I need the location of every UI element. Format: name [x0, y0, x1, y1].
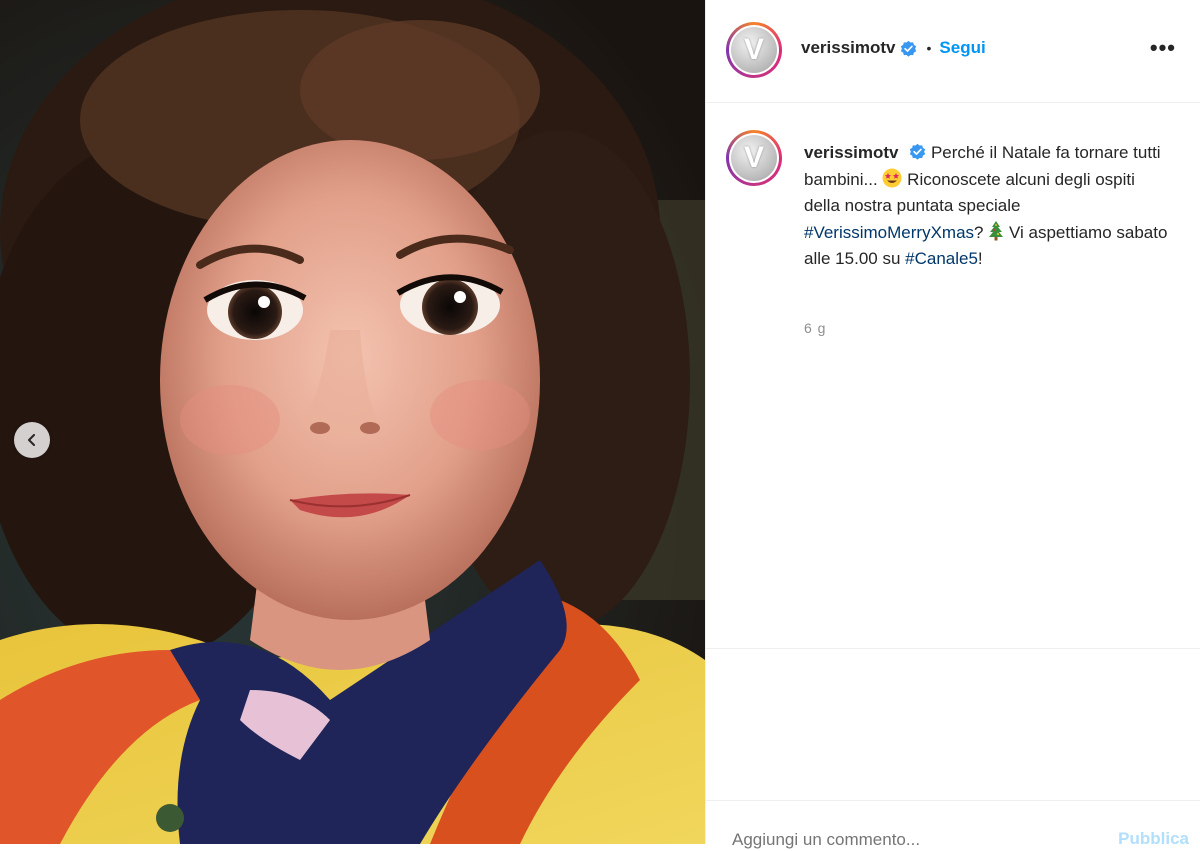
- avatar[interactable]: V: [726, 22, 782, 78]
- header-user: verissimotv • Segui: [801, 38, 986, 58]
- hashtag-link[interactable]: #VerissimoMerryXmas: [804, 223, 974, 242]
- post-side-panel: V verissimotv • Segui ••• V verissimotv: [705, 0, 1200, 851]
- follow-button[interactable]: Segui: [939, 38, 985, 58]
- caption-avatar[interactable]: V: [726, 130, 782, 186]
- publish-button[interactable]: Pubblica: [1118, 829, 1189, 849]
- verissimo-logo-icon: V: [731, 27, 777, 73]
- hashtag-link[interactable]: #Canale5: [905, 249, 978, 268]
- divider: [706, 648, 1200, 649]
- star-struck-emoji-icon: [882, 168, 902, 187]
- post-header: V verissimotv • Segui •••: [706, 0, 1200, 103]
- more-options-icon[interactable]: •••: [1150, 36, 1176, 60]
- separator-dot: •: [926, 40, 932, 56]
- post-photo[interactable]: [0, 0, 705, 844]
- child-portrait-image: [0, 0, 705, 844]
- caption-text: ?: [974, 222, 984, 242]
- post-timestamp[interactable]: 6 g: [804, 320, 826, 336]
- verissimo-logo-icon: V: [731, 135, 777, 181]
- verified-badge-icon: [910, 143, 926, 160]
- comment-bar: Pubblica: [706, 800, 1200, 851]
- post-caption: verissimotv Perché il Natale fa tornare …: [804, 140, 1174, 273]
- carousel-prev-button[interactable]: [14, 422, 50, 458]
- christmas-tree-emoji-icon: [989, 220, 1004, 240]
- verified-badge-icon: [900, 40, 916, 57]
- caption-text: !: [977, 249, 983, 268]
- comment-input[interactable]: [730, 829, 1034, 851]
- username-link[interactable]: verissimotv: [801, 38, 896, 58]
- chevron-left-icon: [28, 434, 35, 446]
- caption-username-link[interactable]: verissimotv: [804, 143, 899, 162]
